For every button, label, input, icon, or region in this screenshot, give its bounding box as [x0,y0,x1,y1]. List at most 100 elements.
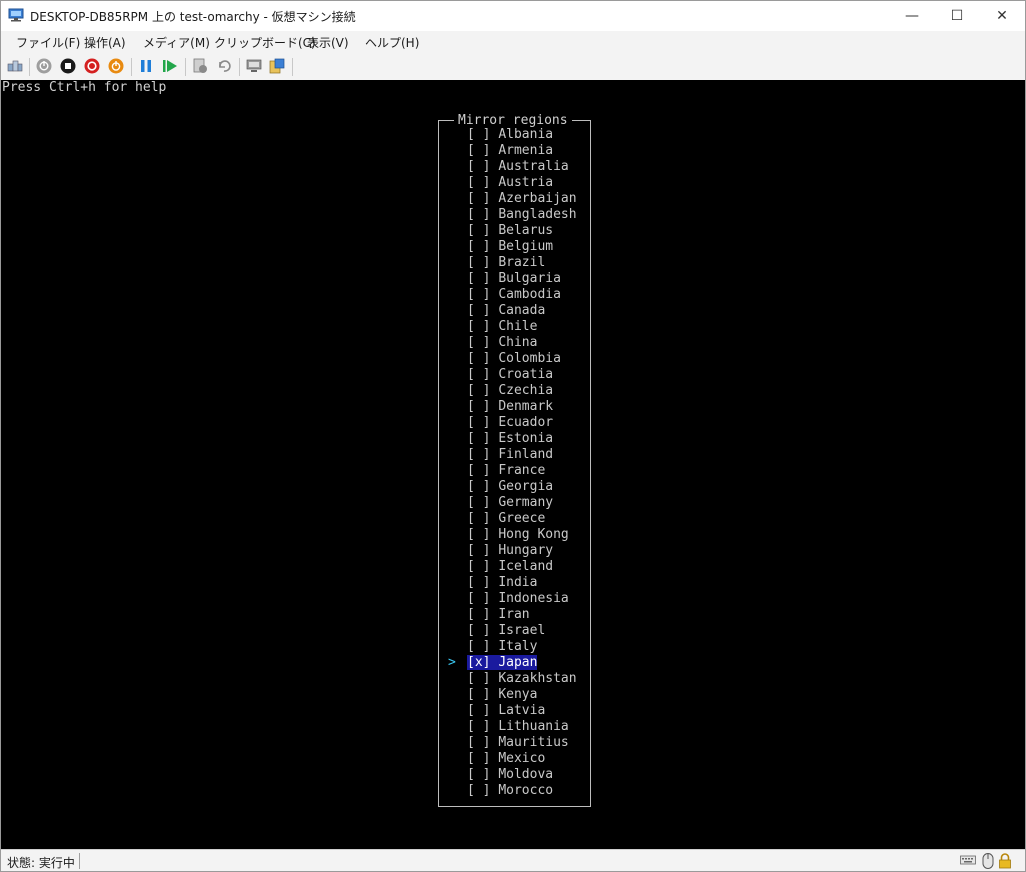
region-checkbox[interactable]: [ ] [467,143,490,159]
region-checkbox[interactable]: [ ] [467,335,490,351]
region-option[interactable]: [ ] Kazakhstan [467,671,577,687]
region-checkbox[interactable]: [ ] [467,399,490,415]
region-checkbox[interactable]: [ ] [467,415,490,431]
region-checkbox[interactable]: [ ] [467,271,490,287]
region-checkbox[interactable]: [ ] [467,527,490,543]
region-checkbox[interactable]: [ ] [467,351,490,367]
power-icon[interactable] [108,58,124,74]
region-option[interactable]: [ ] Ecuador [467,415,553,431]
region-option[interactable]: [ ] Kenya [467,687,537,703]
region-checkbox[interactable]: [ ] [467,511,490,527]
region-checkbox[interactable]: [ ] [467,239,490,255]
region-option[interactable]: [ ] Iceland [467,559,553,575]
menu-help[interactable]: ヘルプ(H) [365,34,419,51]
region-checkbox[interactable]: [ ] [467,591,490,607]
share-icon[interactable] [269,58,285,74]
shut-down-icon[interactable] [84,58,100,74]
region-checkbox[interactable]: [ ] [467,255,490,271]
region-option[interactable]: [ ] Estonia [467,431,553,447]
region-option[interactable]: [ ] Armenia [467,143,553,159]
region-checkbox[interactable]: [ ] [467,191,490,207]
region-checkbox[interactable]: [ ] [467,559,490,575]
region-checkbox[interactable]: [x] [467,655,490,671]
region-option[interactable]: [ ] Mauritius [467,735,569,751]
region-checkbox[interactable]: [ ] [467,287,490,303]
region-option[interactable]: [ ] Croatia [467,367,553,383]
region-option[interactable]: [ ] Denmark [467,399,553,415]
region-checkbox[interactable]: [ ] [467,463,490,479]
region-checkbox[interactable]: [ ] [467,303,490,319]
region-checkbox[interactable]: [ ] [467,735,490,751]
region-option[interactable]: [ ] India [467,575,537,591]
region-checkbox[interactable]: [ ] [467,767,490,783]
region-option[interactable]: [ ] Indonesia [467,591,569,607]
region-option[interactable]: [ ] Morocco [467,783,553,799]
region-option[interactable]: [ ] Hungary [467,543,553,559]
region-checkbox[interactable]: [ ] [467,447,490,463]
region-option[interactable]: [ ] Germany [467,495,553,511]
region-checkbox[interactable]: [ ] [467,479,490,495]
region-checkbox[interactable]: [ ] [467,495,490,511]
region-option[interactable]: [ ] Chile [467,319,537,335]
region-checkbox[interactable]: [ ] [467,607,490,623]
close-button[interactable]: ✕ [979,1,1025,31]
ctrl-alt-del-icon[interactable] [7,58,23,74]
region-option[interactable]: [ ] Colombia [467,351,561,367]
maximize-button[interactable]: ☐ [934,1,980,31]
region-checkbox[interactable]: [ ] [467,783,490,799]
checkpoint-icon[interactable] [192,58,208,74]
region-option[interactable]: [ ] Azerbaijan [467,191,577,207]
region-checkbox[interactable]: [ ] [467,671,490,687]
region-checkbox[interactable]: [ ] [467,751,490,767]
region-checkbox[interactable]: [ ] [467,543,490,559]
region-checkbox[interactable]: [ ] [467,159,490,175]
vm-console-screen[interactable]: Press Ctrl+h for help Mirror regions > [… [1,80,1025,849]
title-bar[interactable]: DESKTOP-DB85RPM 上の test-omarchy - 仮想マシン接… [1,1,1025,31]
region-option[interactable]: [x] Japan [467,655,538,671]
region-option[interactable]: [ ] Georgia [467,479,553,495]
region-checkbox[interactable]: [ ] [467,383,490,399]
revert-icon[interactable] [216,58,232,74]
region-checkbox[interactable]: [ ] [467,719,490,735]
region-option[interactable]: [ ] Bulgaria [467,271,561,287]
enhanced-session-icon[interactable] [246,58,262,74]
region-checkbox[interactable]: [ ] [467,703,490,719]
menu-view[interactable]: 表示(V) [307,34,349,51]
resume-icon[interactable] [162,58,178,74]
region-option[interactable]: [ ] Canada [467,303,545,319]
menu-media[interactable]: メディア(M) [143,34,210,51]
region-option[interactable]: [ ] Mexico [467,751,545,767]
region-option[interactable]: [ ] Czechia [467,383,553,399]
region-option[interactable]: [ ] Finland [467,447,553,463]
region-option[interactable]: [ ] Belarus [467,223,553,239]
region-option[interactable]: [ ] Australia [467,159,569,175]
region-option[interactable]: [ ] Moldova [467,767,553,783]
pause-icon[interactable] [138,58,154,74]
region-checkbox[interactable]: [ ] [467,319,490,335]
region-option[interactable]: [ ] Brazil [467,255,545,271]
region-checkbox[interactable]: [ ] [467,367,490,383]
region-option[interactable]: [ ] France [467,463,545,479]
minimize-button[interactable]: — [889,1,935,31]
region-option[interactable]: [ ] Latvia [467,703,545,719]
region-checkbox[interactable]: [ ] [467,127,490,143]
region-checkbox[interactable]: [ ] [467,623,490,639]
menu-file[interactable]: ファイル(F) [16,34,80,51]
start-icon[interactable] [36,58,52,74]
region-checkbox[interactable]: [ ] [467,639,490,655]
region-option[interactable]: [ ] Austria [467,175,553,191]
region-checkbox[interactable]: [ ] [467,207,490,223]
region-option[interactable]: [ ] Bangladesh [467,207,577,223]
region-checkbox[interactable]: [ ] [467,575,490,591]
region-checkbox[interactable]: [ ] [467,175,490,191]
region-option[interactable]: [ ] Albania [467,127,553,143]
region-option[interactable]: [ ] China [467,335,537,351]
region-checkbox[interactable]: [ ] [467,223,490,239]
region-option[interactable]: [ ] Iran [467,607,530,623]
region-option[interactable]: [ ] Greece [467,511,545,527]
region-option[interactable]: [ ] Israel [467,623,545,639]
region-option[interactable]: [ ] Italy [467,639,537,655]
region-option[interactable]: [ ] Hong Kong [467,527,569,543]
menu-action[interactable]: 操作(A) [84,34,126,51]
region-option[interactable]: [ ] Lithuania [467,719,569,735]
